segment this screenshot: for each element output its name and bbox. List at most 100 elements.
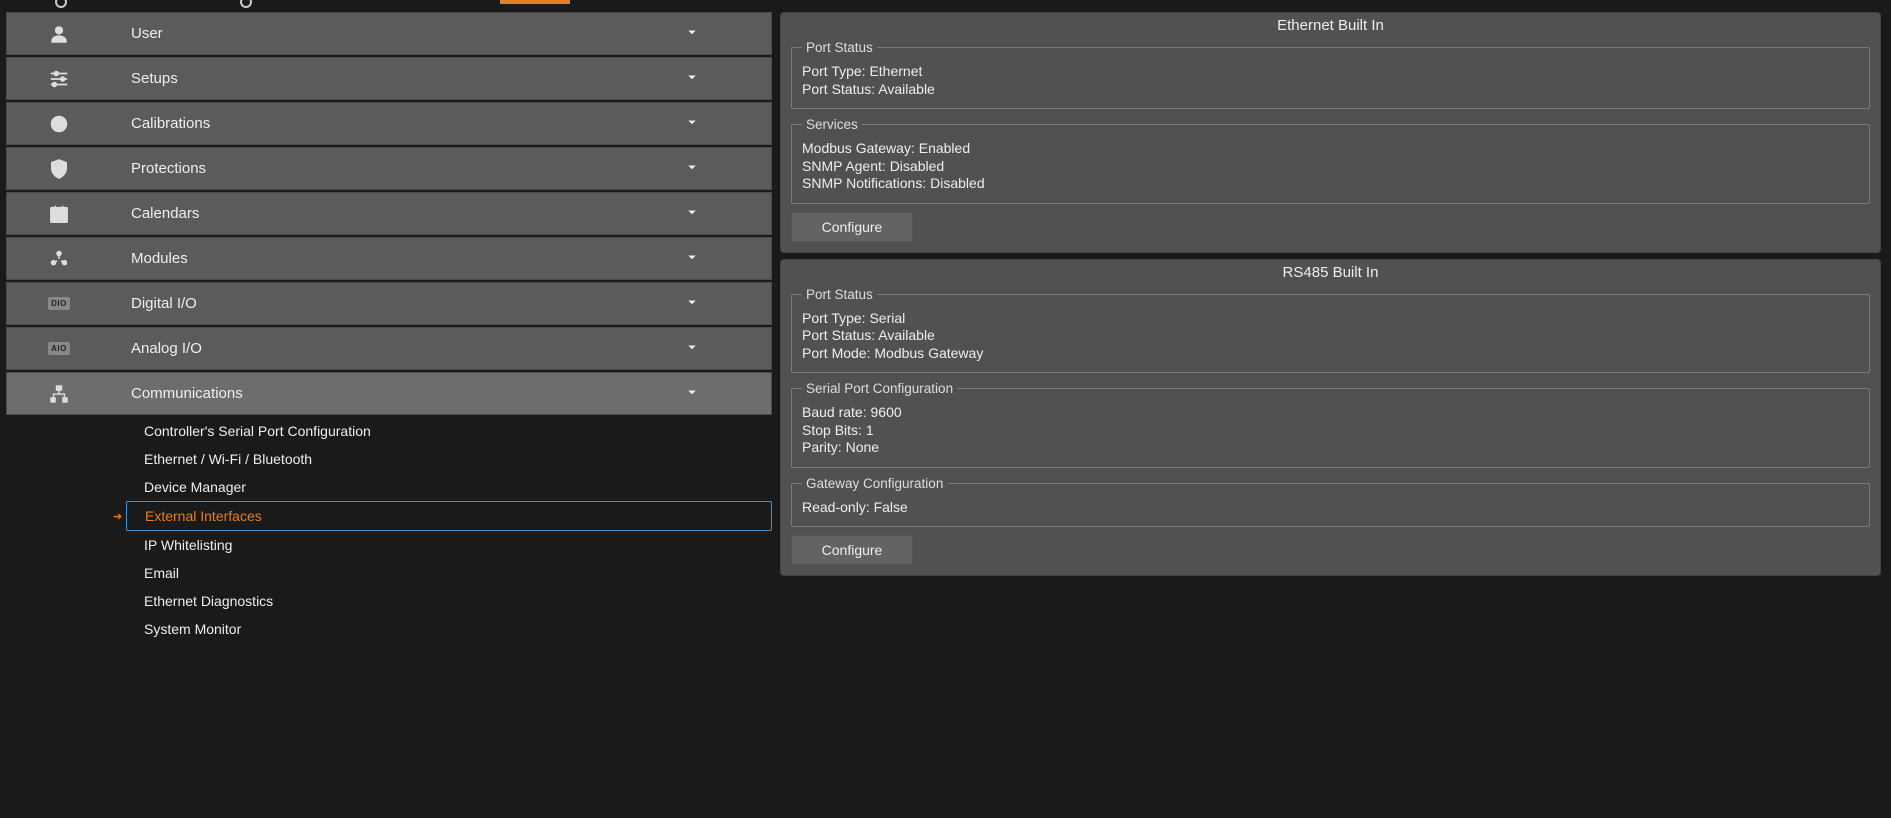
network-icon	[47, 382, 71, 406]
top-indicator-2	[240, 0, 252, 8]
nav-label: Digital I/O	[131, 295, 197, 312]
user-icon	[47, 22, 71, 46]
kv-value: Serial	[869, 310, 905, 326]
nav-item-calibrations[interactable]: Calibrations	[6, 102, 772, 145]
kv-stop-bits: Stop Bits: 1	[802, 422, 1859, 440]
sub-item-label: Email	[144, 565, 179, 581]
sub-item-label: Controller's Serial Port Configuration	[144, 423, 371, 439]
fieldset-gateway-config: Gateway Configuration Read-only: False	[791, 476, 1870, 528]
kv-value: Modbus Gateway	[874, 345, 983, 361]
nav-item-analog-io[interactable]: AIO Analog I/O	[6, 327, 772, 370]
dio-icon: DIO	[47, 292, 71, 316]
kv-value: Enabled	[919, 140, 970, 156]
kv-value: Disabled	[930, 175, 984, 191]
kv-value: 1	[866, 422, 874, 438]
kv-label: Read-only:	[802, 499, 870, 515]
kv-snmp-agent: SNMP Agent: Disabled	[802, 158, 1859, 176]
sub-item-device-manager[interactable]: Device Manager	[6, 473, 772, 501]
sub-item-ethernet-diagnostics[interactable]: Ethernet Diagnostics	[6, 587, 772, 615]
nav-label: User	[131, 25, 163, 42]
kv-read-only: Read-only: False	[802, 499, 1859, 517]
kv-value: Ethernet	[869, 63, 922, 79]
kv-port-status: Port Status: Available	[802, 327, 1859, 345]
nav-label: Calendars	[131, 205, 199, 222]
nav-item-modules[interactable]: Modules	[6, 237, 772, 280]
chevron-down-icon	[683, 248, 701, 270]
legend: Port Status	[802, 40, 877, 55]
sub-item-email[interactable]: Email	[6, 559, 772, 587]
kv-label: Port Type:	[802, 63, 866, 79]
kv-label: Modbus Gateway:	[802, 140, 915, 156]
kv-label: Baud rate:	[802, 404, 867, 420]
top-indicator-1	[55, 0, 67, 8]
top-tab-accent	[500, 0, 570, 4]
sub-item-label: External Interfaces	[145, 508, 262, 524]
communications-submenu: Controller's Serial Port Configuration E…	[6, 417, 772, 643]
fieldset-port-status: Port Status Port Type: Ethernet Port Sta…	[791, 40, 1870, 109]
nav-label: Protections	[131, 160, 206, 177]
kv-label: Parity:	[802, 439, 842, 455]
fieldset-services: Services Modbus Gateway: Enabled SNMP Ag…	[791, 117, 1870, 204]
configure-button[interactable]: Configure	[791, 212, 913, 242]
nav-item-digital-io[interactable]: DIO Digital I/O	[6, 282, 772, 325]
nav-label: Calibrations	[131, 115, 210, 132]
chevron-down-icon	[683, 158, 701, 180]
sub-item-serial-port-config[interactable]: Controller's Serial Port Configuration	[6, 417, 772, 445]
kv-baud-rate: Baud rate: 9600	[802, 404, 1859, 422]
kv-snmp-notifications: SNMP Notifications: Disabled	[802, 175, 1859, 193]
kv-label: Port Status:	[802, 327, 875, 343]
target-icon	[47, 112, 71, 136]
kv-value: 9600	[871, 404, 902, 420]
legend: Serial Port Configuration	[802, 381, 957, 396]
nav-label: Communications	[131, 385, 243, 402]
kv-value: False	[874, 499, 908, 515]
shield-icon	[47, 157, 71, 181]
kv-port-type: Port Type: Ethernet	[802, 63, 1859, 81]
sub-item-label: System Monitor	[144, 621, 241, 637]
sub-item-system-monitor[interactable]: System Monitor	[6, 615, 772, 643]
kv-value: Available	[878, 327, 935, 343]
fieldset-serial-config: Serial Port Configuration Baud rate: 960…	[791, 381, 1870, 468]
nav-item-setups[interactable]: Setups	[6, 57, 772, 100]
nav-label: Analog I/O	[131, 340, 202, 357]
panel-rs485: RS485 Built In Port Status Port Type: Se…	[780, 259, 1881, 577]
kv-label: SNMP Agent:	[802, 158, 886, 174]
chevron-down-icon	[683, 113, 701, 135]
kv-value: None	[846, 439, 879, 455]
sub-item-external-interfaces[interactable]: External Interfaces	[126, 501, 772, 531]
chevron-down-icon	[683, 293, 701, 315]
kv-parity: Parity: None	[802, 439, 1859, 457]
nav-item-calendars[interactable]: Calendars	[6, 192, 772, 235]
sub-item-ethernet-wifi-bt[interactable]: Ethernet / Wi-Fi / Bluetooth	[6, 445, 772, 473]
modules-icon	[47, 247, 71, 271]
panel-title: RS485 Built In	[791, 264, 1870, 281]
sub-item-label: Ethernet / Wi-Fi / Bluetooth	[144, 451, 312, 467]
sub-item-label: Ethernet Diagnostics	[144, 593, 273, 609]
legend: Port Status	[802, 287, 877, 302]
aio-icon: AIO	[47, 337, 71, 361]
chevron-down-icon	[683, 68, 701, 90]
kv-label: Port Type:	[802, 310, 866, 326]
nav-item-communications[interactable]: Communications	[6, 372, 772, 415]
kv-port-type: Port Type: Serial	[802, 310, 1859, 328]
sub-item-label: Device Manager	[144, 479, 246, 495]
sub-item-ip-whitelisting[interactable]: IP Whitelisting	[6, 531, 772, 559]
sub-item-label: IP Whitelisting	[144, 537, 232, 553]
kv-port-status: Port Status: Available	[802, 81, 1859, 99]
kv-value: Disabled	[890, 158, 944, 174]
nav-label: Modules	[131, 250, 188, 267]
chevron-down-icon	[683, 23, 701, 45]
top-bar	[0, 0, 1891, 8]
nav-item-protections[interactable]: Protections	[6, 147, 772, 190]
panel-title: Ethernet Built In	[791, 17, 1870, 34]
legend: Gateway Configuration	[802, 476, 947, 491]
nav-label: Setups	[131, 70, 178, 87]
chevron-down-icon	[683, 203, 701, 225]
configure-button[interactable]: Configure	[791, 535, 913, 565]
sidebar-nav: User Setups Calibrations Protections	[6, 12, 772, 812]
nav-item-user[interactable]: User	[6, 12, 772, 55]
chevron-down-icon	[683, 338, 701, 360]
content-area: Ethernet Built In Port Status Port Type:…	[780, 12, 1885, 812]
kv-port-mode: Port Mode: Modbus Gateway	[802, 345, 1859, 363]
panel-ethernet: Ethernet Built In Port Status Port Type:…	[780, 12, 1881, 253]
